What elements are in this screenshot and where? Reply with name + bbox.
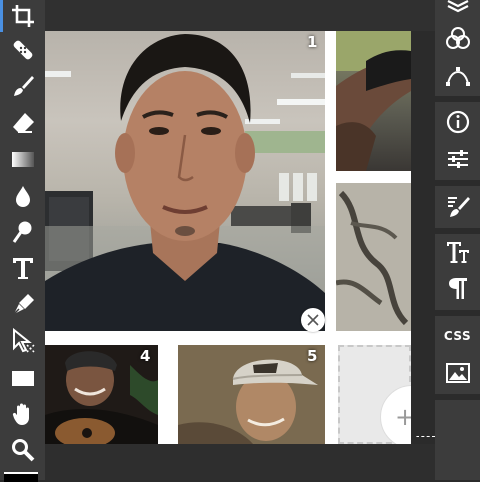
hand-tool-button[interactable] xyxy=(0,396,45,432)
crop-icon xyxy=(11,5,34,27)
gradient-icon xyxy=(11,152,34,167)
options-bar xyxy=(45,0,435,31)
paths-panel-button[interactable] xyxy=(435,58,480,92)
eraser-tool-button[interactable] xyxy=(0,105,45,141)
channels-icon xyxy=(445,27,470,49)
add-icon: + xyxy=(395,403,411,431)
panel-divider xyxy=(435,228,480,234)
brush-tool-button[interactable] xyxy=(0,68,45,104)
add-photo-placeholder[interactable]: + xyxy=(338,345,411,444)
photo-tile-4[interactable]: 4 xyxy=(45,345,158,444)
dodge-tool-button[interactable] xyxy=(0,214,45,250)
status-bar xyxy=(45,444,435,480)
image-icon xyxy=(445,363,470,383)
rectangle-icon xyxy=(11,371,34,386)
brush-icon xyxy=(13,76,34,96)
path-select-icon xyxy=(12,328,35,353)
rectangle-tool-button[interactable] xyxy=(0,360,45,396)
tools-toolbar xyxy=(0,0,45,482)
selection-marquee xyxy=(416,436,435,465)
panel-divider xyxy=(435,96,480,102)
pen-icon xyxy=(11,294,34,316)
gradient-tool-button[interactable] xyxy=(0,141,45,177)
type-icon xyxy=(12,258,33,279)
photo-tile-2[interactable] xyxy=(336,31,411,171)
panels-toolbar: CSS xyxy=(435,0,480,480)
info-panel-button[interactable] xyxy=(435,105,480,139)
foreground-color-swatch[interactable] xyxy=(4,472,38,482)
photo-tile-5[interactable]: 5 xyxy=(178,345,325,444)
brush-settings-icon xyxy=(447,197,470,217)
character-icon xyxy=(446,242,469,263)
healing-brush-tool-button[interactable] xyxy=(0,32,45,68)
eraser-icon xyxy=(12,113,34,133)
layers-panel-button[interactable] xyxy=(435,0,480,20)
close-icon xyxy=(307,314,319,326)
healing-brush-icon xyxy=(13,40,32,60)
paragraph-icon xyxy=(448,278,467,299)
blur-tool-button[interactable] xyxy=(0,178,45,214)
css-icon: CSS xyxy=(443,329,472,343)
paths-icon xyxy=(445,67,470,86)
pen-tool-button[interactable] xyxy=(0,287,45,323)
dodge-icon xyxy=(12,221,31,243)
panel-divider xyxy=(435,394,480,400)
paragraph-panel-button[interactable] xyxy=(435,271,480,305)
remove-photo-button[interactable] xyxy=(301,308,325,332)
css-panel-button[interactable]: CSS xyxy=(435,319,480,353)
document-canvas[interactable]: 1 4 5 + xyxy=(45,31,411,444)
cap-photo xyxy=(178,345,325,444)
brush-settings-panel-button[interactable] xyxy=(435,190,480,224)
hand-icon xyxy=(12,403,29,425)
path-selection-tool-button[interactable] xyxy=(0,323,45,359)
crop-tool-button[interactable] xyxy=(0,0,45,34)
type-tool-button[interactable] xyxy=(0,250,45,286)
adjustments-panel-button[interactable] xyxy=(435,142,480,176)
arm-photo xyxy=(336,31,411,171)
panel-divider xyxy=(435,310,480,316)
panel-divider xyxy=(435,180,480,186)
zoom-tool-button[interactable] xyxy=(0,432,45,468)
selfie-photo xyxy=(45,34,325,331)
blur-drop-icon xyxy=(15,186,30,207)
layers-icon xyxy=(447,0,468,13)
zoom-icon xyxy=(11,439,34,462)
photo-tile-1[interactable]: 1 xyxy=(45,31,325,331)
tile-number-4: 4 xyxy=(140,347,151,365)
character-panel-button[interactable] xyxy=(435,235,480,269)
add-photo-button[interactable]: + xyxy=(380,385,411,444)
tattoo-photo xyxy=(336,183,411,331)
info-icon xyxy=(446,110,469,134)
image-panel-button[interactable] xyxy=(435,356,480,390)
tile-number-1: 1 xyxy=(307,33,318,51)
tile-number-5: 5 xyxy=(307,347,318,365)
channels-panel-button[interactable] xyxy=(435,22,480,56)
photo-tile-3[interactable] xyxy=(336,183,411,331)
adjustments-icon xyxy=(447,150,468,168)
